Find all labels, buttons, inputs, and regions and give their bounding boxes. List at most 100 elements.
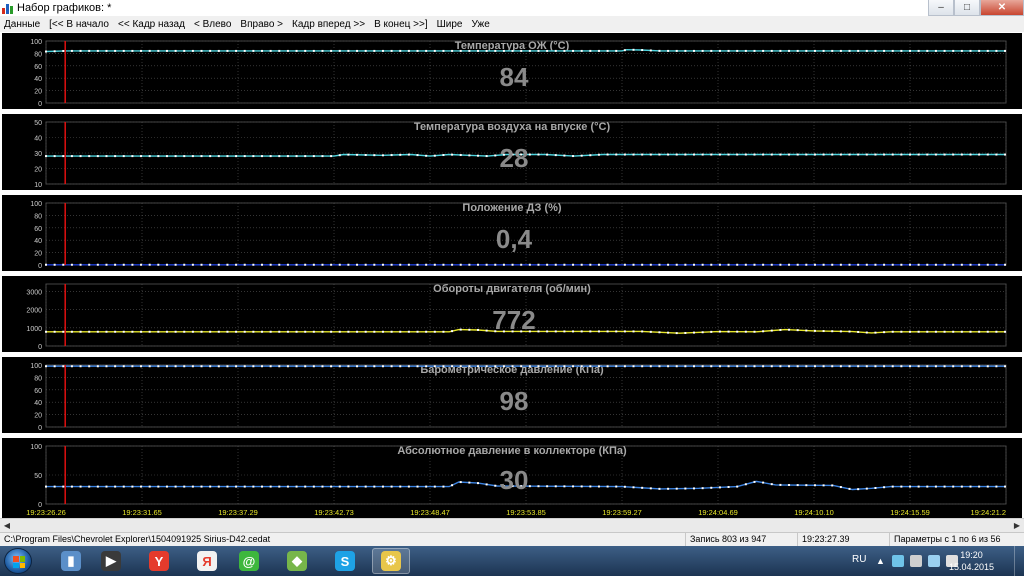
chart-panel-engine-rpm[interactable]: 3000 2000 1000 0 Обороты двигателя (об/мин) 7…	[2, 276, 1022, 352]
menu-narrower[interactable]: Уже	[471, 19, 489, 30]
taskbar-app-icq[interactable]: @	[230, 548, 268, 574]
sample-point	[848, 330, 851, 333]
sample-point	[762, 330, 765, 333]
sample-point	[684, 153, 687, 156]
y-tick-label: 20	[34, 167, 42, 174]
taskbar-app-yandex[interactable]: Я	[188, 548, 226, 574]
tray-wifi-icon[interactable]	[928, 555, 940, 567]
sample-point	[952, 49, 955, 52]
sample-point	[572, 365, 575, 368]
sample-point	[433, 485, 436, 488]
sample-point	[693, 331, 695, 334]
sample-point	[485, 155, 488, 158]
sample-point	[831, 484, 834, 487]
menu-to-end[interactable]: В конец >>]	[374, 19, 428, 30]
sample-point	[70, 330, 73, 333]
sample-point	[779, 49, 782, 52]
sample-point	[986, 153, 989, 156]
maximize-button[interactable]: □	[954, 0, 980, 16]
sample-point	[805, 263, 808, 266]
tray-expand-icon[interactable]: ▲	[876, 555, 888, 567]
language-indicator[interactable]: RU	[852, 554, 866, 565]
sample-point	[667, 331, 670, 334]
sample-point	[874, 331, 877, 334]
sample-point	[356, 49, 359, 52]
sample-point	[235, 155, 238, 158]
sample-point	[580, 330, 583, 333]
sample-point	[649, 49, 652, 52]
sample-point	[917, 49, 920, 52]
sample-point	[805, 49, 808, 52]
sample-point	[995, 153, 998, 156]
taskbar-app-yandex-browser[interactable]: Y	[140, 548, 178, 574]
sample-point	[70, 155, 73, 158]
taskbar-app-file-explorer[interactable]: ▮	[52, 548, 90, 574]
sample-point	[122, 49, 125, 52]
taskbar-app-android-app[interactable]: ◆	[278, 548, 316, 574]
scroll-left-icon[interactable]: ◀	[0, 519, 14, 532]
taskbar-app-skype[interactable]: S	[326, 548, 364, 574]
start-button[interactable]	[4, 548, 32, 574]
tray-battery-icon[interactable]	[910, 555, 922, 567]
sample-point	[736, 330, 739, 333]
chart-panel-intake-air-temp[interactable]: 50 40 30 20 10 Температура воздуха на впуске …	[2, 114, 1022, 190]
sample-point	[278, 365, 281, 368]
sample-point	[718, 263, 721, 266]
sample-point	[589, 154, 592, 157]
menu-data[interactable]: Данные	[4, 19, 40, 30]
sample-point	[615, 263, 618, 266]
tray-clock[interactable]: 19:20 15.04.2015	[949, 549, 994, 573]
scroll-right-icon[interactable]: ▶	[1010, 519, 1024, 532]
sample-point	[736, 153, 739, 156]
sample-point	[183, 330, 186, 333]
sample-point	[934, 263, 937, 266]
file-explorer-icon: ▮	[61, 551, 81, 571]
sample-point	[235, 365, 238, 368]
sample-point	[986, 330, 989, 333]
sample-point	[226, 330, 229, 333]
tray-network-icon[interactable]	[892, 555, 904, 567]
sample-point	[511, 49, 514, 52]
sample-point	[943, 49, 946, 52]
sample-point	[451, 263, 454, 266]
menu-wider[interactable]: Шире	[437, 19, 463, 30]
taskbar-app-media-player[interactable]: ▶	[92, 548, 130, 574]
taskbar-app-chevrolet-explorer[interactable]: ⚙	[372, 548, 410, 574]
sample-point	[857, 263, 860, 266]
close-button[interactable]: ✕	[980, 0, 1024, 16]
sample-point	[286, 485, 289, 488]
chart-panel-throttle-position[interactable]: 100 80 60 40 20 0 Положение ДЗ (%) 0,4	[2, 195, 1022, 271]
chart-panel-manifold-pressure[interactable]: 100 50 0 19:23:26.26 19:23:31.65 19:23:37.29 1…	[2, 438, 1022, 518]
chart-panel-barometric-pressure[interactable]: 100 80 60 40 20 0 Барометрическое давление (КП…	[2, 357, 1022, 433]
menu-frame-forward[interactable]: Кадр вперед >>	[292, 19, 365, 30]
sample-point	[779, 263, 782, 266]
sample-point	[381, 330, 384, 333]
sample-point	[831, 263, 834, 266]
chart-panel-coolant-temp[interactable]: 100 80 60 40 20 0 Температура ОЖ (°C) 84	[2, 33, 1022, 109]
menu-right[interactable]: Вправо >	[240, 19, 283, 30]
sample-point	[105, 485, 108, 488]
sample-point	[684, 331, 687, 334]
sample-point	[831, 49, 834, 52]
menu-left[interactable]: < Влево	[194, 19, 231, 30]
menu-frame-back[interactable]: << Кадр назад	[118, 19, 185, 30]
sample-point	[762, 365, 765, 368]
sample-point	[468, 263, 471, 266]
sample-point	[96, 485, 99, 488]
horizontal-scrollbar[interactable]: ◀ ▶	[0, 518, 1024, 532]
sample-point	[978, 330, 981, 333]
sample-point	[701, 49, 704, 52]
sample-point	[390, 263, 393, 266]
sample-point	[269, 49, 272, 52]
sample-point	[114, 155, 117, 158]
sample-point	[580, 263, 583, 266]
show-desktop-button[interactable]	[1014, 546, 1024, 576]
sample-point	[675, 487, 678, 490]
sample-point	[338, 49, 341, 52]
sample-point	[53, 50, 56, 53]
sample-point	[693, 487, 695, 490]
minimize-button[interactable]: –	[928, 0, 954, 16]
menu-to-start[interactable]: [<< В начало	[49, 19, 109, 30]
taskbar: ▮ ▶ Y Я @ ◆ S ⚙ RU ▲ 19:20 15.04.2015	[0, 546, 1024, 576]
sample-point	[416, 263, 419, 266]
